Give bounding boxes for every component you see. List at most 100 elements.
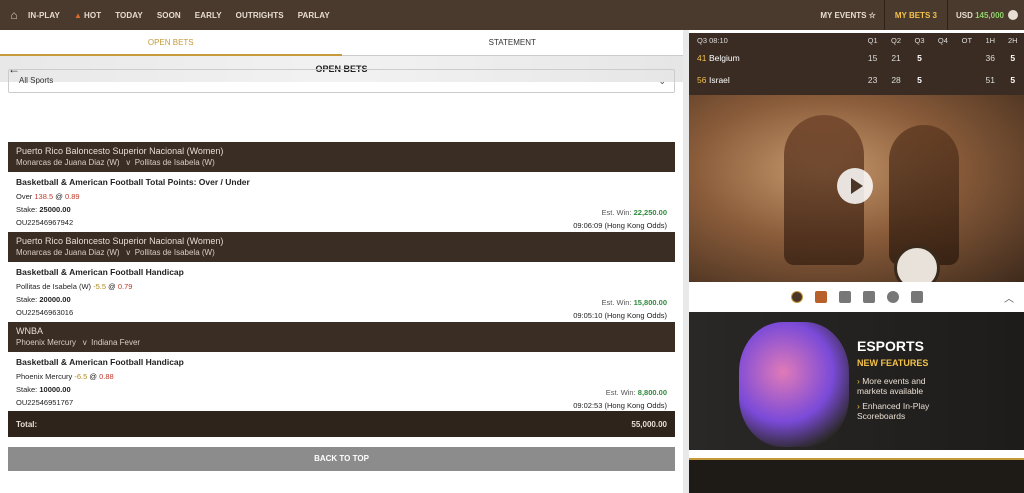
versus-label: v — [126, 158, 131, 167]
bet-reference: OU22546963016 — [16, 308, 74, 317]
scoreboard: Q3 08:10 Q1 Q2 Q3 Q4 OT 1H 2H 41 Belgium… — [689, 33, 1024, 95]
bet-reference: OU22546951767 — [16, 398, 74, 407]
promo-subtitle: NEW FEATURES — [857, 358, 929, 368]
team-q3: 5 — [917, 75, 922, 85]
est-win-value: 8,800.00 — [637, 388, 667, 397]
bet-market: Basketball & American Football Handicap — [16, 357, 184, 367]
chevron-up-icon[interactable]: ︿ — [1004, 290, 1014, 305]
sports-filter-value: All Sports — [19, 76, 54, 85]
at-symbol: @ — [89, 372, 98, 381]
team-score: 56 — [697, 75, 707, 85]
home-team: Phoenix Mercury — [16, 338, 77, 347]
spacer — [781, 69, 861, 91]
court-icon[interactable] — [814, 291, 827, 303]
bet-league: WNBA — [16, 326, 43, 336]
promo-points: More events and markets available Enhanc… — [857, 376, 947, 426]
versus-label: v — [126, 248, 131, 257]
away-team: Indiana Fever — [91, 338, 141, 347]
total-value: 55,000.00 — [631, 419, 667, 429]
stats-icon[interactable] — [838, 291, 851, 303]
team-ot — [955, 69, 979, 91]
header-q4: Q4 — [937, 35, 948, 45]
home-team: Monarcas de Juana Diaz (W) — [16, 158, 120, 167]
team-name: Belgium — [709, 53, 740, 63]
home-team: Monarcas de Juana Diaz (W) — [16, 248, 120, 257]
live-video-preview — [689, 95, 1024, 282]
top-navigation: ⌂ IN-PLAY ▲ HOT TODAY SOON EARLY OUTRIGHT… — [0, 0, 1024, 30]
est-win-label: Est. Win: — [601, 208, 632, 217]
team-ot — [955, 47, 979, 69]
promo-point: Enhanced In-Play Scoreboards — [857, 401, 947, 421]
spacer — [781, 33, 861, 47]
selection-name: Phoenix Mercury — [16, 372, 73, 381]
bet-card: Puerto Rico Baloncesto Superior Nacional… — [8, 232, 675, 322]
sports-filter-select[interactable]: All Sports ⌄ — [8, 69, 675, 93]
bet-est-win: Est. Win: 15,800.00 — [602, 298, 667, 307]
back-to-top-button[interactable]: BACK TO TOP — [8, 447, 675, 471]
at-symbol: @ — [55, 192, 63, 201]
away-team: Pollitas de Isabela (W) — [134, 158, 215, 167]
nav-hot-label: HOT — [84, 10, 102, 20]
team-q1: 15 — [867, 53, 878, 63]
team-q4 — [931, 69, 954, 91]
esports-promo-banner[interactable]: ESPORTS NEW FEATURES More events and mar… — [689, 312, 1024, 450]
est-win-value: 22,250.00 — [633, 208, 667, 217]
team-q2: 28 — [891, 75, 901, 85]
bet-match: Phoenix Mercury v Indiana Fever — [16, 337, 667, 348]
tab-statement[interactable]: STATEMENT — [341, 30, 683, 56]
at-symbol: @ — [108, 282, 116, 291]
bet-body: Basketball & American Football Total Poi… — [8, 172, 675, 232]
stake-label: Stake: — [16, 295, 38, 304]
microphone-icon[interactable] — [862, 291, 875, 303]
bet-match: Monarcas de Juana Diaz (W) v Pollitas de… — [16, 157, 667, 168]
nav-soon[interactable]: SOON — [157, 11, 181, 20]
nav-in-play[interactable]: IN-PLAY — [28, 11, 60, 20]
versus-icon[interactable] — [886, 291, 899, 303]
nav-outrights[interactable]: OUTRIGHTS — [236, 11, 284, 20]
total-bar: Total: 55,000.00 — [8, 411, 675, 437]
team-score: 41 — [697, 53, 707, 63]
bet-body: Basketball & American Football Handicap … — [8, 262, 675, 322]
header-q3: Q3 — [914, 35, 925, 45]
fire-icon: ▲ — [73, 10, 82, 20]
promo-title: ESPORTS — [857, 338, 924, 354]
team-q1: 23 — [867, 75, 878, 85]
selection-name: Over — [16, 192, 33, 201]
bet-header: Puerto Rico Baloncesto Superior Nacional… — [8, 142, 675, 172]
stake-value: 10000.00 — [39, 385, 71, 394]
bet-selection: Over 138.5 @ 0.89 — [16, 192, 667, 201]
est-win-value: 15,800.00 — [633, 298, 667, 307]
stake-label: Stake: — [16, 205, 38, 214]
my-bets-button[interactable]: MY BETS 3 — [885, 11, 947, 20]
basketball-promo-banner[interactable] — [689, 458, 1024, 493]
my-events-button[interactable]: MY EVENTS ☆ — [808, 11, 883, 20]
bet-est-win: Est. Win: 8,800.00 — [606, 388, 667, 397]
team-row: 56 Israel 23 28 5 51 5 — [689, 69, 1024, 91]
nav-parlay[interactable]: PARLAY — [298, 11, 330, 20]
home-icon[interactable]: ⌂ — [0, 0, 28, 30]
stake-label: Stake: — [16, 385, 38, 394]
bet-header: Puerto Rico Baloncesto Superior Nacional… — [8, 232, 675, 262]
user-icon[interactable] — [1008, 10, 1018, 20]
tab-open-bets[interactable]: OPEN BETS — [0, 30, 342, 56]
bet-match: Monarcas de Juana Diaz (W) v Pollitas de… — [16, 247, 667, 258]
right-column: Q3 08:10 Q1 Q2 Q3 Q4 OT 1H 2H 41 Belgium… — [689, 30, 1024, 493]
nav-hot[interactable]: ▲ HOT — [74, 11, 101, 20]
selection-line: -5.5 — [93, 282, 107, 291]
esports-characters-image — [739, 322, 849, 447]
bet-stake: Stake: 25000.00 — [16, 205, 667, 214]
play-video-icon[interactable] — [790, 291, 803, 303]
bets-tabs: OPEN BETS STATEMENT — [0, 30, 683, 56]
bet-header: WNBA Phoenix Mercury v Indiana Fever — [8, 322, 675, 352]
team-2h: 5 — [1010, 75, 1016, 85]
currency-label: USD — [955, 10, 973, 20]
game-period: Q3 08:10 — [697, 35, 728, 45]
bet-stake: Stake: 20000.00 — [16, 295, 667, 304]
nav-early[interactable]: EARLY — [195, 11, 222, 20]
total-label: Total: — [16, 419, 38, 429]
balance-amount: 145,000 — [975, 10, 1004, 20]
header-q2: Q2 — [891, 35, 902, 45]
play-icon[interactable] — [837, 168, 873, 204]
nav-today[interactable]: TODAY — [115, 11, 143, 20]
scoreboard-icon[interactable] — [910, 291, 923, 303]
